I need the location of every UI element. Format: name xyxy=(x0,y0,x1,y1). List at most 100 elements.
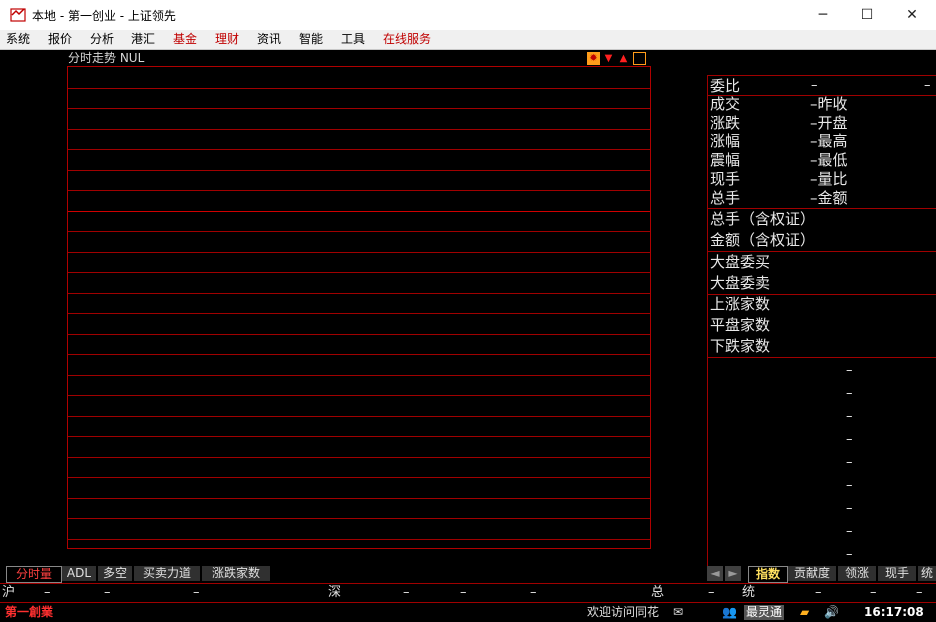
tab-last-volume[interactable]: 现手 xyxy=(878,566,916,581)
intraday-chart-grid[interactable] xyxy=(67,67,651,549)
tab-advance-decline[interactable]: 涨跌家数 xyxy=(202,566,270,581)
chart-gridline xyxy=(68,108,650,109)
title-bar: 本地 - 第一创业 - 上证领先 ─ ☐ ✕ xyxy=(0,0,936,31)
quote-label-decliners: 下跌家数 xyxy=(710,337,771,355)
market-value-dash: – xyxy=(403,585,410,600)
chart-gridline xyxy=(68,292,650,294)
menu-bar: 系统 报价 分析 港汇 基金 理财 资讯 智能 工具 在线服务 xyxy=(0,30,936,50)
chart-gridline xyxy=(68,497,650,499)
chart-gridline xyxy=(68,87,650,89)
menu-tools[interactable]: 工具 xyxy=(341,31,365,47)
chart-title: 分时走势 NUL xyxy=(68,51,145,65)
menu-finance[interactable]: 理财 xyxy=(215,31,239,47)
prev-tab-arrow-icon[interactable]: ◄ xyxy=(707,566,723,581)
tab-adl[interactable]: ADL xyxy=(62,566,96,581)
message-icon[interactable]: ✉ xyxy=(673,605,683,620)
menu-fund[interactable]: 基金 xyxy=(173,31,197,47)
divider xyxy=(708,208,936,209)
tab-contribution[interactable]: 贡献度 xyxy=(788,566,836,581)
menu-hk-fx[interactable]: 港汇 xyxy=(131,31,155,47)
menu-news[interactable]: 资讯 xyxy=(257,31,281,47)
app-icon xyxy=(10,8,26,22)
chart-gridline xyxy=(68,538,650,540)
menu-system[interactable]: 系统 xyxy=(6,31,30,47)
chart-gridline xyxy=(68,313,650,314)
tab-index[interactable]: 指数 xyxy=(748,566,788,583)
menu-online-service[interactable]: 在线服务 xyxy=(383,31,431,47)
close-button[interactable]: ✕ xyxy=(889,0,935,30)
index-value-dash: – xyxy=(846,386,853,401)
quote-label-open: –开盘 xyxy=(810,114,848,132)
market-value-dash: – xyxy=(916,585,923,600)
index-value-dash: – xyxy=(846,455,853,470)
index-value-dash: – xyxy=(846,524,853,539)
index-value-dash: – xyxy=(846,547,853,562)
menu-smart[interactable]: 智能 xyxy=(299,31,323,47)
quote-label-change: 涨跌 xyxy=(710,114,741,132)
chart-gridline xyxy=(68,272,650,273)
chart-gridline xyxy=(68,395,650,396)
index-value-dash: – xyxy=(846,409,853,424)
tab-bull-bear[interactable]: 多空 xyxy=(98,566,132,581)
chart-gridline xyxy=(68,231,650,232)
quote-label-market-ask: 大盘委卖 xyxy=(710,274,771,292)
index-value-dash: – xyxy=(846,501,853,516)
shanghai-label: 沪 xyxy=(2,585,16,600)
broker-logo: 第一創業 xyxy=(5,605,54,619)
market-value-dash: – xyxy=(870,585,877,600)
menu-analysis[interactable]: 分析 xyxy=(90,31,114,47)
chart-gridline xyxy=(68,415,650,417)
main-area: 分时走势 NUL ✹ ▼ ▲ 委比 – – 成交 –昨收 涨跌 –开盘 涨幅 –… xyxy=(0,50,936,622)
market-summary-bar: 沪 深 总 统 – – – – – – – – – – xyxy=(0,583,936,603)
bulletin-button[interactable]: 最灵通 xyxy=(744,605,784,620)
quote-label-prev-close: –昨收 xyxy=(810,95,848,113)
quote-label-low: –最低 xyxy=(810,151,848,169)
chart-gridline xyxy=(68,128,650,130)
speaker-icon[interactable]: 🔊 xyxy=(824,605,839,620)
quote-panel: 委比 – – 成交 –昨收 涨跌 –开盘 涨幅 –最高 震幅 –最低 现手 –量… xyxy=(707,75,936,566)
quote-label-volume: 成交 xyxy=(710,95,741,113)
chat-icon[interactable]: ▰ xyxy=(800,605,809,620)
arrow-down-icon[interactable]: ▼ xyxy=(602,52,615,65)
chart-gridline xyxy=(68,190,650,191)
market-value-dash: – xyxy=(708,585,715,600)
clock: 16:17:08 xyxy=(864,605,924,619)
chart-gridline xyxy=(68,436,650,437)
chart-gridline xyxy=(68,456,650,458)
users-icon[interactable]: 👥 xyxy=(722,605,737,620)
chart-gridline xyxy=(68,210,650,212)
weibi-value-2: – xyxy=(924,78,931,93)
maximize-chart-icon[interactable] xyxy=(633,52,646,65)
quote-label-amplitude: 震幅 xyxy=(710,151,741,169)
next-tab-arrow-icon[interactable]: ► xyxy=(725,566,741,581)
chart-header: 分时走势 NUL ✹ ▼ ▲ xyxy=(67,51,651,67)
total-label: 总 xyxy=(651,585,665,600)
tab-top-gainers[interactable]: 领涨 xyxy=(838,566,876,581)
settings-icon[interactable]: ✹ xyxy=(587,52,600,65)
market-value-dash: – xyxy=(460,585,467,600)
menu-quote[interactable]: 报价 xyxy=(48,31,72,47)
divider xyxy=(708,251,936,252)
chart-gridline xyxy=(68,354,650,355)
tab-stats[interactable]: 统 xyxy=(918,566,936,581)
tab-intraday-volume[interactable]: 分时量 xyxy=(6,566,62,583)
market-value-dash: – xyxy=(530,585,537,600)
quote-label-amount: –金额 xyxy=(810,189,848,207)
window-title: 本地 - 第一创业 - 上证领先 xyxy=(32,9,176,23)
quote-label-advancers: 上涨家数 xyxy=(710,295,771,313)
chart-gridline xyxy=(68,251,650,253)
chart-gridline xyxy=(68,374,650,376)
chart-gridline xyxy=(68,169,650,171)
market-value-dash: – xyxy=(104,585,111,600)
chart-gridline xyxy=(68,333,650,335)
welcome-ticker: 欢迎访问同花 xyxy=(587,605,660,619)
index-value-dash: – xyxy=(846,432,853,447)
chart-gridline xyxy=(68,477,650,478)
weibi-value: – xyxy=(811,78,818,93)
stats-label: 统 xyxy=(742,585,756,600)
minimize-button[interactable]: ─ xyxy=(800,0,846,30)
tab-buy-sell-force[interactable]: 买卖力道 xyxy=(134,566,200,581)
maximize-button[interactable]: ☐ xyxy=(844,0,890,30)
arrow-up-icon[interactable]: ▲ xyxy=(617,52,630,65)
market-value-dash: – xyxy=(815,585,822,600)
